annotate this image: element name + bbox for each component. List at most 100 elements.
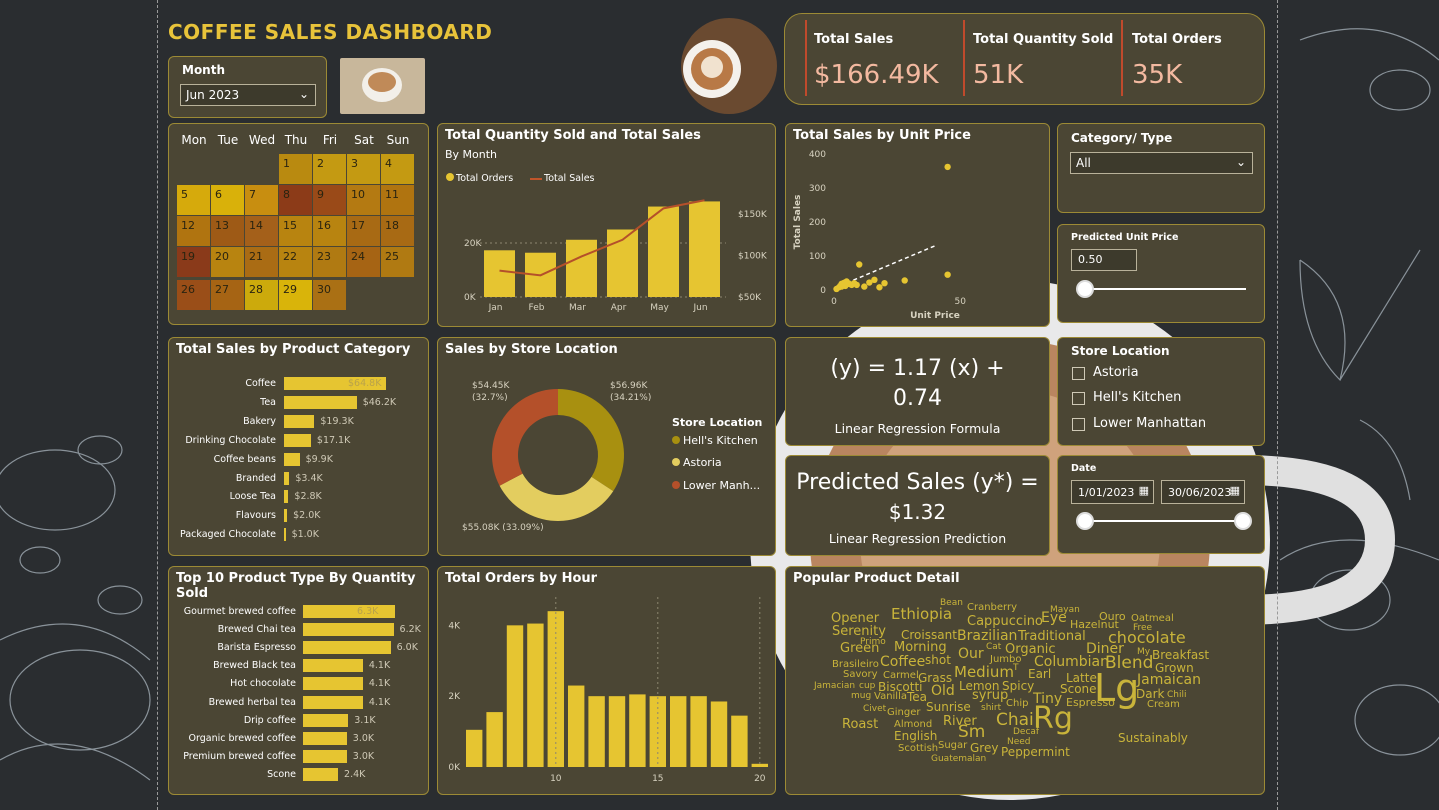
bar (284, 452, 300, 466)
scatter-point (944, 163, 951, 171)
wordcloud-word: Sustainably (1118, 731, 1188, 745)
calendar-day-header: Sun (386, 133, 410, 147)
end-date-input[interactable]: 30/06/2023 ▦ (1161, 480, 1245, 504)
calendar-icon[interactable]: ▦ (1230, 484, 1240, 497)
calendar-day-cell: 5 (177, 185, 210, 215)
category-dropdown-value: All (1076, 156, 1091, 170)
bar-category-label: Organic brewed coffee (188, 732, 296, 744)
quantity-sales-chart: Total Quantity Sold and Total Sales By M… (437, 123, 776, 327)
legend-hells-kitchen: Hell's Kitchen (672, 434, 758, 447)
donut-data-label: (32.7%) (472, 393, 508, 403)
quantity-sales-plot: 0K 20K $50K $100K $150K Jan Feb Mar Apr May Jun (464, 199, 768, 313)
category-dropdown[interactable]: All ⌄ (1070, 152, 1253, 174)
bar-hour (690, 696, 707, 767)
formula-line2: 0.74 (893, 386, 942, 411)
calendar-day-cell: 17 (347, 216, 380, 246)
hells-kitchen-checkbox[interactable] (1072, 392, 1085, 405)
x-tick-label: 20 (754, 774, 766, 784)
bar-total-orders (648, 206, 679, 297)
bar-category-label: Brewed Chai tea (217, 624, 296, 636)
bar-hour (751, 763, 768, 767)
wordcloud-word: Brazilian (957, 628, 1018, 644)
formula-caption: Linear Regression Formula (834, 421, 1001, 436)
date-slicer: Date 1/01/2023 ▦ 30/06/2023 ▦ (1057, 455, 1265, 554)
calendar-day-cell: 11 (381, 185, 414, 215)
bar (303, 605, 395, 618)
calendar-day-cell: 14 (245, 216, 278, 246)
bar-category-label: Drinking Chocolate (185, 434, 276, 446)
calendar-day-cell: 29 (279, 280, 312, 310)
wordcloud-word: Sugar (938, 740, 968, 751)
wordcloud-word: Medium (954, 663, 1014, 681)
predicted-price-parameter: Predicted Unit Price 0.50 (1057, 224, 1265, 323)
bar-category-label: Scone (267, 768, 296, 780)
calendar-day-cell: 7 (245, 185, 278, 215)
store-slicer-label: Store Location (1071, 344, 1170, 358)
y-tick-label: 2K (448, 692, 461, 702)
wordcloud-word: Coffee (880, 654, 926, 670)
bar-category-label: Premium brewed coffee (183, 750, 296, 762)
date-slider-track[interactable] (1086, 520, 1243, 522)
calendar-icon[interactable]: ▦ (1139, 484, 1149, 497)
date-slider-end-handle[interactable] (1234, 512, 1252, 530)
bar-value-label: 4.1K (368, 660, 391, 672)
bar (303, 623, 394, 637)
astoria-checkbox[interactable] (1072, 367, 1085, 380)
y-tick-left: 0K (464, 293, 477, 303)
lower-manhattan-checkbox[interactable] (1072, 418, 1085, 431)
x-tick-label: Mar (569, 303, 586, 313)
formula-line1: (y) = 1.17 (x) + (830, 356, 1005, 381)
chevron-down-icon: ⌄ (298, 87, 309, 101)
legend-lower-manhattan: Lower Manh... (672, 479, 760, 492)
x-tick-label: Apr (611, 303, 627, 313)
predicted-price-input[interactable]: 0.50 (1071, 249, 1137, 271)
bar-hour (710, 701, 728, 767)
bar-hour (670, 696, 687, 767)
scatter-point (876, 284, 883, 291)
wordcloud-word: mug (851, 691, 872, 701)
bar (303, 659, 363, 673)
lower-manhattan-option-label[interactable]: Lower Manhattan (1093, 416, 1206, 431)
wordcloud-word: Peppermint (1001, 745, 1070, 759)
month-slicer: Month Jun 2023 ⌄ (168, 56, 327, 118)
wordcloud-word: Cranberry (967, 602, 1018, 613)
scatter-plot: 0 100 200 300 400 0 50 Unit Price Total Sales (793, 150, 967, 321)
x-tick-label: Jun (692, 303, 707, 313)
bar (303, 731, 347, 745)
y-tick-label: 300 (809, 184, 826, 194)
month-dropdown[interactable]: Jun 2023 ⌄ (180, 84, 316, 106)
chart-title: Top 10 Product Type By Quantity Sold (176, 571, 416, 601)
calendar-heatmap: Mon Tue Wed Thu Fri Sat Sun 1 2 3 4 5 6 7 8 9 10 11 12 13 14… (168, 123, 429, 325)
astoria-option-label[interactable]: Astoria (1093, 365, 1139, 380)
month-dropdown-value: Jun 2023 (186, 88, 240, 102)
x-axis-label: Unit Price (910, 311, 960, 321)
scatter-point (901, 277, 908, 284)
donut-data-label: $56.96K (610, 381, 648, 391)
price-slider-track[interactable] (1086, 288, 1246, 290)
date-slider-start-handle[interactable] (1076, 512, 1094, 530)
x-tick-label: 50 (955, 297, 967, 307)
y-tick-label: 4K (448, 621, 461, 631)
hells-kitchen-option-label[interactable]: Hell's Kitchen (1093, 390, 1181, 405)
y-tick-right: $150K (738, 210, 768, 220)
bar-category-label: Flavours (235, 510, 276, 522)
dashboard-title: COFFEE SALES DASHBOARD (168, 20, 493, 44)
bar-value-label: $1.0K (291, 529, 319, 541)
calendar-day-cell: 18 (381, 216, 414, 246)
bar-value-label: $64.8K (348, 378, 382, 389)
bar-hour (629, 694, 646, 767)
chart-title: Total Sales by Product Category (176, 342, 411, 357)
y-tick-right: $50K (738, 293, 762, 303)
orders-by-hour-plot: 0K 2K 4K 10 15 20 (448, 597, 768, 784)
price-slider-handle[interactable] (1076, 280, 1094, 298)
wordcloud-word: Grey (970, 741, 999, 755)
scatter-point (853, 281, 860, 289)
start-date-input[interactable]: 1/01/2023 ▦ (1071, 480, 1154, 504)
kpi-total-orders-label: Total Orders (1132, 32, 1222, 47)
y-tick-left: 20K (464, 239, 482, 249)
calendar-day-cell: 20 (211, 247, 244, 277)
y-tick-label: 100 (809, 252, 826, 262)
y-tick-label: 400 (809, 150, 826, 160)
x-tick-label: May (650, 303, 669, 313)
scatter-point (881, 280, 888, 287)
